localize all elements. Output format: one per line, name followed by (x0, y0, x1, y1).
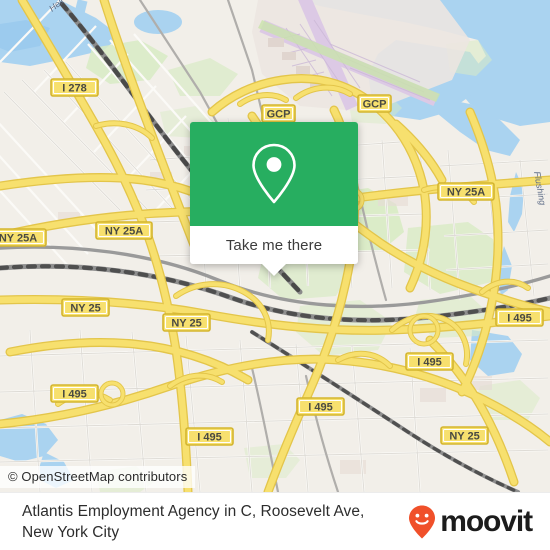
road-shield-ny25a-1: NY 25A (437, 182, 495, 201)
road-shield-i495-5: I 495 (185, 427, 234, 446)
road-shield-i278: I 278 (50, 78, 99, 97)
place-title-line1: Atlantis Employment Agency in C, Rooseve… (22, 503, 365, 520)
moovit-wordmark: moovit (440, 505, 533, 538)
svg-text:NY 25A: NY 25A (447, 187, 485, 199)
svg-text:I 495: I 495 (197, 432, 221, 444)
moovit-pin-icon (409, 505, 436, 539)
svg-text:NY 25: NY 25 (449, 431, 479, 443)
osm-attribution[interactable]: © OpenStreetMap contributors (0, 466, 196, 488)
svg-text:I 495: I 495 (62, 389, 86, 401)
moovit-logo[interactable]: moovit (407, 504, 550, 540)
popup-card-header (190, 122, 358, 226)
location-pin-icon (252, 143, 296, 204)
road-shield-i495-1: I 495 (495, 308, 544, 327)
road-shield-ny25-3: NY 25 (440, 426, 489, 445)
take-me-there-label: Take me there (225, 236, 323, 254)
footer-bar: Atlantis Employment Agency in C, Rooseve… (0, 492, 550, 550)
svg-text:I 495: I 495 (507, 313, 531, 325)
road-shield-ny25a-2: NY 25A (95, 221, 153, 240)
destination-popup-card[interactable]: Take me there (190, 122, 358, 276)
road-shield-i495-4: I 495 (296, 397, 345, 416)
place-title: Atlantis Employment Agency in C, Rooseve… (0, 501, 407, 543)
svg-text:I 278: I 278 (62, 83, 86, 95)
svg-text:GCP: GCP (267, 109, 291, 121)
popup-card-pointer (261, 263, 287, 276)
svg-text:GCP: GCP (363, 99, 387, 111)
svg-text:I 495: I 495 (417, 357, 441, 369)
moovit-map-screen: Hell G Flushing I 278 GCP GCP NY 25A NY … (0, 0, 550, 550)
svg-text:NY 25: NY 25 (171, 318, 201, 330)
svg-text:NY 25A: NY 25A (0, 233, 37, 245)
road-shield-ny25-2: NY 25 (162, 313, 211, 332)
svg-text:NY 25A: NY 25A (105, 226, 143, 238)
svg-text:I 495: I 495 (308, 402, 332, 414)
take-me-there-button[interactable]: Take me there (190, 226, 358, 264)
road-shield-i495-2: I 495 (405, 352, 454, 371)
place-title-line2: New York City (22, 524, 120, 541)
road-shield-gcp-2: GCP (357, 94, 392, 113)
road-shield-i495-3: I 495 (50, 384, 99, 403)
svg-text:NY 25: NY 25 (70, 303, 100, 315)
road-shield-ny25-1: NY 25 (61, 298, 110, 317)
road-shield-ny25a-3: NY 25A (0, 228, 47, 247)
road-shield-gcp-1: GCP (261, 104, 296, 123)
